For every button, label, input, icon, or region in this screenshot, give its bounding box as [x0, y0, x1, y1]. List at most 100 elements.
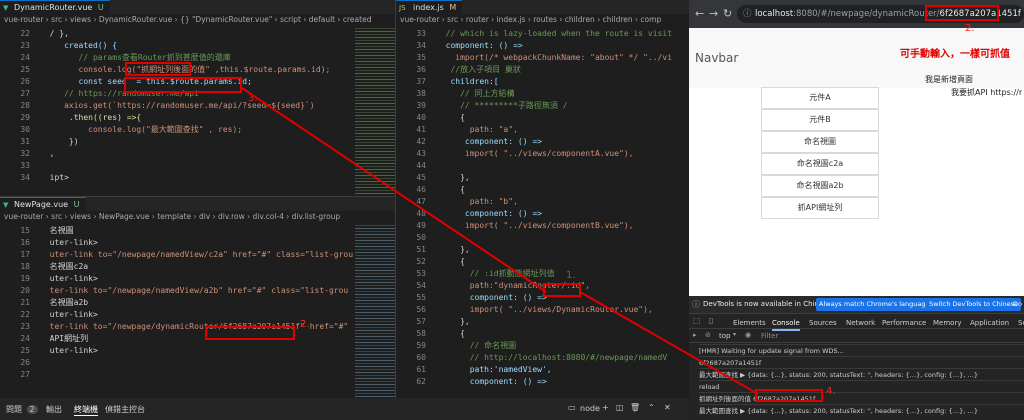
line-number: 31: [20, 137, 30, 146]
reload-icon[interactable]: ↻: [723, 7, 732, 20]
code-line[interactable]: API網址列: [40, 333, 88, 345]
console-message[interactable]: 6f2687a207a1451f: [699, 356, 1024, 368]
code-line[interactable]: path: "b",: [436, 196, 518, 208]
list-group-item[interactable]: 命名視圖: [761, 131, 879, 153]
list-group-item[interactable]: 命名視圖a2b: [761, 175, 879, 197]
minimap[interactable]: [355, 28, 395, 196]
code-line[interactable]: {: [436, 328, 465, 340]
shell-select[interactable]: node: [580, 404, 600, 413]
console-message[interactable]: [HMR] Waiting for update signal from WDS…: [699, 344, 1024, 356]
code-line[interactable]: {: [436, 112, 465, 124]
line-number: 29: [20, 113, 30, 122]
console-message[interactable]: reload: [699, 380, 1024, 392]
code-line[interactable]: },: [436, 316, 470, 328]
annotation-box-log-id: [755, 389, 823, 402]
navbar-brand[interactable]: Navbar: [695, 51, 738, 65]
list-group-item[interactable]: 抓API網址列: [761, 197, 879, 219]
code-line[interactable]: import( "../views/DynamicRouter.vue"),: [436, 304, 653, 316]
code-line[interactable]: // http://localhost:8080/#/newpage/named…: [436, 352, 667, 364]
code-line[interactable]: 名視圖a2b: [40, 297, 88, 309]
split-terminal-icon[interactable]: ◫: [616, 403, 624, 412]
code-line[interactable]: {: [436, 256, 465, 268]
code-line[interactable]: uter-link to="/newpage/namedView/c2a" hr…: [40, 249, 353, 261]
code-line[interactable]: // :id抓動態網址列值: [436, 268, 555, 280]
add-terminal-icon[interactable]: +: [602, 403, 609, 412]
code-line[interactable]: component: () =>: [436, 136, 542, 148]
line-number: 33: [416, 29, 426, 38]
banner-button-dont[interactable]: Do: [1013, 300, 1022, 308]
tab-output[interactable]: 輸出: [46, 404, 62, 415]
code-line[interactable]: {: [436, 184, 465, 196]
forward-icon[interactable]: →: [709, 7, 718, 20]
chevron-up-icon[interactable]: ⌃: [648, 403, 655, 412]
console-message[interactable]: 抓網址列後面的值 6f2687a207a1451f: [699, 392, 1024, 404]
tab-terminal[interactable]: 終端機: [74, 404, 98, 416]
banner-button-switch[interactable]: Switch DevTools to Chinese: [926, 298, 1022, 311]
tab-newpage[interactable]: ▼ NewPage.vue U: [0, 197, 86, 211]
line-number: 43: [416, 149, 426, 158]
code-line[interactable]: //放入子項目 巢狀: [436, 64, 520, 76]
sidebar-icon[interactable]: ▸: [693, 331, 697, 339]
code-line[interactable]: // 命名視圖: [436, 340, 516, 352]
line-number: 39: [416, 101, 426, 110]
trash-icon[interactable]: 🗑: [630, 403, 640, 412]
tab-index-js[interactable]: JS index.js M: [396, 0, 463, 14]
code-line[interactable]: component: () =>: [436, 292, 547, 304]
close-icon[interactable]: ✕: [664, 403, 671, 412]
line-number: 33: [20, 161, 30, 170]
line-number: 40: [416, 113, 426, 122]
code-line[interactable]: path: "a",: [436, 124, 518, 136]
code-line[interactable]: component: () =>: [436, 376, 547, 388]
tab-dynamicrouter[interactable]: ▼ DynamicRouter.vue U: [0, 0, 110, 14]
context-select[interactable]: top: [719, 332, 730, 340]
list-group-item[interactable]: 命名視圖c2a: [761, 153, 879, 175]
device-icon[interactable]: ▯: [709, 316, 713, 325]
code-line[interactable]: // *********子路徑無須 /: [436, 100, 567, 112]
code-line[interactable]: axios.get(`https://randomuser.me/api/?se…: [40, 100, 314, 112]
eye-icon[interactable]: ◉: [745, 331, 751, 339]
minimap[interactable]: [355, 225, 395, 398]
code-line[interactable]: }): [40, 136, 79, 148]
line-number: 44: [416, 161, 426, 170]
code-line[interactable]: // which is lazy-loaded when the route i…: [436, 28, 672, 40]
code-line[interactable]: uter-link>: [40, 309, 98, 321]
code-line[interactable]: .then((res) =>{: [40, 112, 141, 124]
back-icon[interactable]: ←: [695, 7, 704, 20]
inspect-icon[interactable]: ⬚: [693, 316, 701, 325]
code-line[interactable]: // 同上方結構: [436, 88, 514, 100]
code-line[interactable]: component: () =>: [436, 208, 542, 220]
code-line[interactable]: import( "../views/componentB.vue"),: [436, 220, 634, 232]
code-line[interactable]: ipt>: [40, 172, 69, 184]
code-line[interactable]: },: [436, 172, 470, 184]
code-line[interactable]: import(/* webpackChunkName: "about" */ "…: [436, 52, 672, 64]
code-line[interactable]: ter-link to="/newpage/namedView/a2b" hre…: [40, 285, 349, 297]
console-message[interactable]: 最大範圍查找 ▶ {data: {…}, status: 200, status…: [699, 368, 1024, 380]
code-line[interactable]: 名視圖: [40, 225, 74, 237]
breadcrumb[interactable]: vue-router › src › views › NewPage.vue ›…: [0, 211, 395, 223]
filter-input[interactable]: Filter: [761, 332, 778, 340]
breadcrumb[interactable]: vue-router › src › views › DynamicRouter…: [0, 14, 395, 26]
code-line[interactable]: / },: [40, 28, 69, 40]
tab-problems[interactable]: 問題 2: [6, 404, 38, 415]
tab-debug-console[interactable]: 偵錯主控台: [105, 404, 145, 415]
code-line[interactable]: children:[: [436, 76, 498, 88]
code-line[interactable]: import( "../views/componentA.vue"),: [436, 148, 634, 160]
code-line[interactable]: path:'namedView',: [436, 364, 552, 376]
code-line[interactable]: component: () =>: [436, 40, 523, 52]
console-message[interactable]: 最大範圍查找 ▶ {data: {…}, status: 200, status…: [699, 404, 1024, 416]
list-group-item[interactable]: 元件B: [761, 109, 879, 131]
console-toolbar: ▸ ⊘ top ▾ ◉ Filter: [689, 329, 1024, 343]
code-line[interactable]: uter-link>: [40, 273, 98, 285]
banner-button-match[interactable]: Always match Chrome's language: [816, 298, 933, 311]
clear-console-icon[interactable]: ⊘: [705, 331, 711, 339]
code-line[interactable]: uter-link>: [40, 345, 98, 357]
code-line[interactable]: 名視圖c2a: [40, 261, 88, 273]
code-line[interactable]: },: [436, 244, 470, 256]
code-line[interactable]: ,: [40, 148, 55, 160]
list-group-item[interactable]: 元件A: [761, 87, 879, 109]
code-line[interactable]: console.log("最大範圍查找" , res);: [40, 124, 242, 136]
editor-newpage: ▼ NewPage.vue U vue-router › src › views…: [0, 196, 395, 398]
code-line[interactable]: uter-link>: [40, 237, 98, 249]
code-line[interactable]: created() {: [40, 40, 117, 52]
breadcrumb[interactable]: vue-router › src › router › index.js › r…: [396, 14, 689, 26]
